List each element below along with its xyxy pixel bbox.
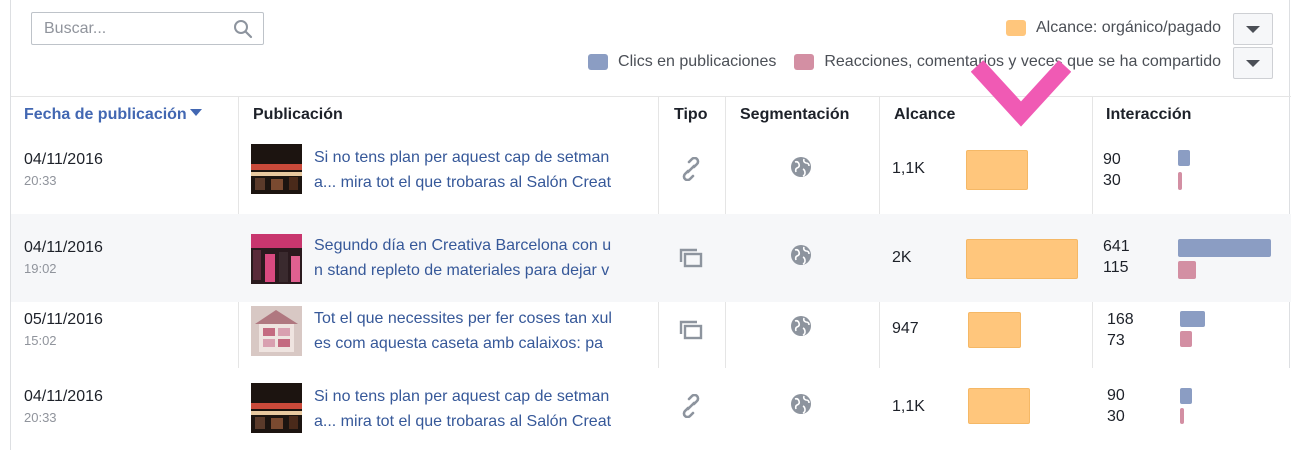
reactions-value: 115 [1103,259,1129,276]
legend-reach: Alcance: orgánico/pagado [1005,19,1221,37]
legend-reach-label: Alcance: orgánico/pagado [1035,19,1221,36]
reach-bar [968,312,1021,348]
post-thumbnail[interactable] [251,144,302,194]
clicks-bar [1180,388,1192,404]
post-text-line-2: a... mira tot el que trobaras al Salón C… [314,413,612,430]
post-text-line-1: Si no tens plan per aquest cap de setman [314,149,610,166]
column-header-targeting: Segmentación [740,106,850,123]
table-header: Fecha de publicación Publicación Tipo Se… [11,96,1291,126]
legend-clicks-label: Clics en publicaciones [618,53,777,70]
engagement-values: 641 115 [1103,236,1130,278]
legend-engagement: Clics en publicaciones Reacciones, comen… [588,53,1221,71]
post-thumbnail[interactable] [251,234,302,284]
globe-icon [791,157,811,177]
reach-value: 947 [892,320,919,337]
column-header-engagement: Interacción [1106,106,1192,123]
post-text-line-2: a... mira tot el que trobaras al Salón C… [314,174,612,191]
post-date: 04/11/2016 [24,151,103,168]
table-row[interactable]: 05/11/2016 15:02 Tot el que necessites p… [11,302,1291,368]
reactions-bar [1178,261,1196,279]
post-date-cell: 04/11/2016 20:33 [24,388,103,425]
reactions-value: 73 [1107,332,1125,349]
table-row[interactable]: 04/11/2016 20:33 Si no tens plan per aqu… [11,368,1291,450]
sort-descending-icon [189,109,202,116]
post-text-line-2: n stand repleto de materiales para dejar… [314,262,610,279]
engagement-values: 168 73 [1107,309,1134,351]
album-icon [679,248,703,268]
table-row[interactable]: 04/11/2016 19:02 Segundo día en Creativa… [11,214,1291,302]
link-icon [682,394,700,418]
reactions-bar [1178,172,1182,190]
post-date: 04/11/2016 [24,388,103,405]
post-thumbnail[interactable] [251,306,302,356]
metric-dropdown-1[interactable] [1233,13,1273,45]
post-text-line-1: Segundo día en Creativa Barcelona con u [314,237,612,254]
reach-bar [966,150,1028,190]
reach-value: 2K [892,249,912,266]
reactions-swatch [794,54,815,70]
column-header-post: Publicación [253,106,343,123]
chevron-down-icon [1246,25,1260,33]
chevron-down-icon [1246,59,1260,67]
clicks-value: 641 [1103,238,1130,255]
metric-dropdown-2[interactable] [1233,47,1273,79]
post-insights-panel: Alcance: orgánico/pagado Clics en public… [10,0,1291,450]
post-time: 20:33 [24,173,57,188]
engagement-values: 90 30 [1103,149,1121,191]
post-date-cell: 04/11/2016 19:02 [24,239,103,276]
post-thumbnail[interactable] [251,383,302,433]
post-text-line-1: Si no tens plan per aquest cap de setman [314,388,610,405]
legend-item-clicks: Clics en publicaciones [588,53,776,71]
clicks-bar [1178,150,1190,166]
post-link[interactable]: Segundo día en Creativa Barcelona con u … [314,233,649,283]
engagement-values: 90 30 [1107,385,1125,427]
column-header-date[interactable]: Fecha de publicación [24,106,202,124]
post-link[interactable]: Tot el que necessites per fer coses tan … [314,306,649,356]
table-row[interactable]: 04/11/2016 20:33 Si no tens plan per aqu… [11,127,1291,214]
clicks-value: 90 [1103,151,1121,168]
search-box[interactable] [31,12,264,45]
link-icon [682,157,700,181]
post-link[interactable]: Si no tens plan per aquest cap de setman… [314,145,649,195]
reactions-bar [1180,408,1184,424]
post-text-line-2: es com aquesta caseta amb calaixos: pa [314,335,604,352]
annotation-arrow-icon [971,60,1071,127]
post-date: 05/11/2016 [24,311,103,328]
clicks-swatch [588,54,609,70]
reactions-value: 30 [1107,408,1125,425]
search-input[interactable] [32,13,222,44]
post-link[interactable]: Si no tens plan per aquest cap de setman… [314,384,649,434]
reactions-value: 30 [1103,172,1121,189]
globe-icon [791,394,811,414]
post-date-cell: 05/11/2016 15:02 [24,311,103,348]
reactions-bar [1180,331,1192,347]
clicks-value: 90 [1107,387,1125,404]
post-time: 20:33 [24,410,57,425]
album-icon [679,320,703,340]
post-time: 15:02 [24,333,57,348]
search-icon[interactable] [233,19,253,39]
reach-value: 1,1K [892,398,925,415]
clicks-bar [1178,239,1271,257]
post-time: 19:02 [24,261,57,276]
reach-bar [966,239,1078,279]
column-header-type: Tipo [674,106,708,123]
column-header-date-label: Fecha de publicación [24,106,187,123]
clicks-bar [1180,311,1205,327]
globe-icon [791,316,811,336]
reach-bar [968,388,1030,424]
reach-swatch [1005,20,1026,36]
column-header-reach: Alcance [894,106,956,123]
legend-item-reach: Alcance: orgánico/pagado [1005,19,1221,37]
clicks-value: 168 [1107,311,1134,328]
globe-icon [791,245,811,265]
post-text-line-1: Tot el que necessites per fer coses tan … [314,310,612,327]
post-date-cell: 04/11/2016 20:33 [24,151,103,188]
post-date: 04/11/2016 [24,239,103,256]
reach-value: 1,1K [892,160,925,177]
